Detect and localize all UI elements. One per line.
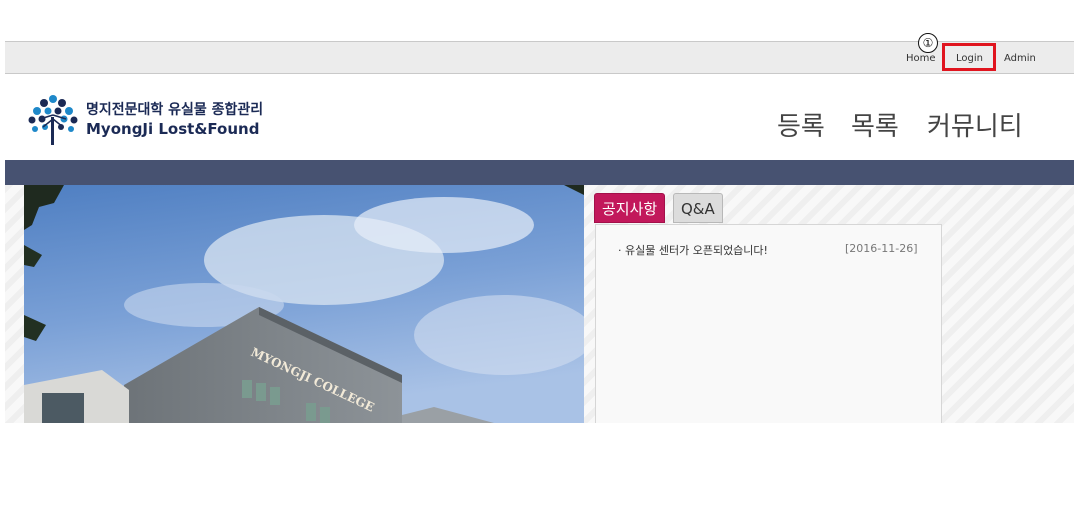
site-header: 명지전문대학 유실물 종합관리 MyongJi Lost&Found 등록 목록… [5,74,1074,160]
step-marker: ① [918,33,938,53]
tab-notice[interactable]: 공지사항 [594,193,666,223]
header-divider-band [5,160,1074,185]
login-highlight-box [942,43,996,71]
nav-register[interactable]: 등록 [777,106,825,143]
notice-item-title[interactable]: · 유실물 센터가 오픈되었습니다! [618,242,768,258]
admin-link[interactable]: Admin [1004,53,1036,64]
tree-logo-icon[interactable] [23,89,83,149]
home-link[interactable]: Home [906,53,936,64]
notice-panel: · 유실물 센터가 오픈되었습니다! [2016-11-26] [595,224,942,423]
site-title-english[interactable]: MyongJi Lost&Found [86,120,259,138]
nav-community[interactable]: 커뮤니티 [927,106,1023,143]
tab-qa[interactable]: Q&A [673,193,723,223]
page-frame: Home Login Admin 명지전문대학 유실물 종합관리 MyongJi… [5,41,1074,423]
nav-list[interactable]: 목록 [851,106,899,143]
main-content: MYONGJI COLLEGE 공지사항 Q&A · 유실물 센터가 오픈되었습… [5,185,1074,423]
campus-building-photo: MYONGJI COLLEGE [24,185,584,423]
notice-item-date: [2016-11-26] [845,242,918,255]
top-utility-bar: Home Login Admin [5,41,1074,74]
site-title-korean[interactable]: 명지전문대학 유실물 종합관리 [86,99,263,119]
